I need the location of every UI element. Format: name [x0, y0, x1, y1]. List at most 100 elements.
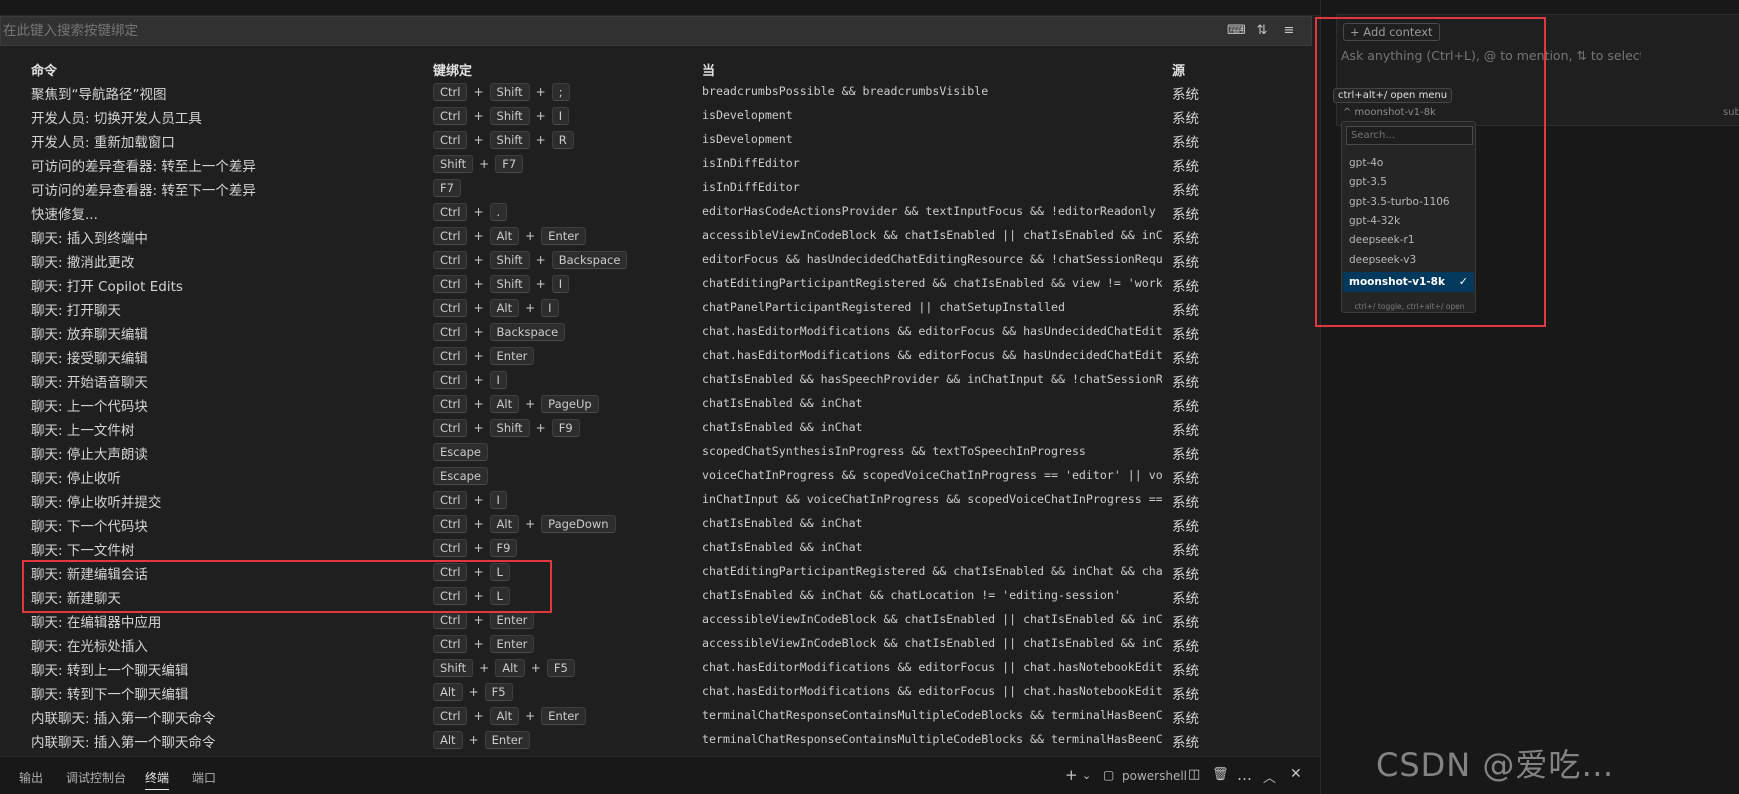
command-cell: 聊天: 上一个代码块	[31, 399, 148, 415]
close-icon[interactable]: ✕	[1290, 766, 1302, 782]
table-row[interactable]: 聊天: 在光标处插入 Ctrl + Enter accessibleViewInCode…	[0, 632, 1320, 656]
table-row[interactable]: 聊天: 上一文件树 Ctrl + Shift + F9 chatIsEnabled && i…	[0, 416, 1320, 440]
table-row[interactable]: 可访问的差异查看器: 转至下一个差异 F7 isInDiffEditor 系统	[0, 176, 1320, 200]
tab-terminal[interactable]: 终端	[145, 769, 170, 790]
source-cell: 系统	[1172, 423, 1199, 439]
table-row[interactable]: 聚焦到“导航路径”视图 Ctrl + Shift +; breadcrumbsPossib…	[0, 80, 1320, 104]
search-bar: ⌨ ⇅ ≡	[0, 16, 1312, 46]
table-row[interactable]: 聊天: 打开聊天 Ctrl + Alt + IchatPanelParticipantRe…	[0, 296, 1320, 320]
table-row[interactable]: 聊天: 插入到终端中 Ctrl + Alt + Enter accessibleViewIn…	[0, 224, 1320, 248]
keybinding-cell: Ctrl + Alt + Enter	[433, 226, 587, 246]
sort-icon[interactable]: ⇅	[1254, 23, 1270, 39]
model-option[interactable]: gpt-3.5-turbo-1106	[1343, 192, 1474, 212]
chat-input[interactable]	[1341, 45, 1641, 65]
key-separator: +	[535, 85, 546, 99]
key-cap: Ctrl	[433, 347, 468, 365]
table-row[interactable]: 聊天: 打开 Copilot Edits Ctrl + Shift + IchatEdit…	[0, 272, 1320, 296]
key-separator: +	[473, 613, 484, 627]
model-option[interactable]: deepseek-v3	[1343, 250, 1474, 270]
terminal-icon[interactable]: ▢	[1103, 768, 1114, 782]
trash-icon[interactable]: 🗑	[1212, 767, 1229, 782]
table-row[interactable]: 聊天: 下一文件树 Ctrl + F9 chatIsEnabled && inChat 系…	[0, 536, 1320, 560]
table-row[interactable]: 聊天: 新建编辑会话 Ctrl + LchatEditingParticipantRe…	[0, 560, 1320, 584]
table-row[interactable]: 内联聊天: 插入第一个聊天命令 Alt + Enter terminalChatResp…	[0, 728, 1320, 752]
when-cell: chatIsEnabled && inChat	[702, 516, 863, 530]
table-row[interactable]: 聊天: 放弃聊天编辑 Ctrl + Backspace chat.hasEditorMo…	[0, 320, 1320, 344]
table-row[interactable]: 聊天: 上一个代码块 Ctrl + Alt + PageUp chatIsEnabled &…	[0, 392, 1320, 416]
tab-output[interactable]: 输出	[19, 769, 43, 786]
table-row[interactable]: 聊天: 下一个代码块 Ctrl + Alt + PageDown chatIsEnabled…	[0, 512, 1320, 536]
model-option[interactable]: gpt-4o	[1343, 153, 1474, 173]
table-row[interactable]: 开发人员: 重新加载窗口 Ctrl + Shift + RisDevelopment 系统	[0, 128, 1320, 152]
table-row[interactable]: 聊天: 停止收听并提交 Ctrl + IinChatInput && voiceCha…	[0, 488, 1320, 512]
key-cap: Enter	[541, 227, 587, 245]
table-row[interactable]: 聊天: 停止大声朗读 Escape scopedChatSynthesisInPro…	[0, 440, 1320, 464]
table-row[interactable]: 内联聊天: 插入第一个聊天命令 Ctrl + Alt + Enter terminalCha…	[0, 704, 1320, 728]
key-cap: ;	[551, 83, 570, 101]
plus-icon[interactable]: +	[1065, 766, 1078, 784]
table-row[interactable]: 聊天: 在编辑器中应用 Ctrl + Enter accessibleViewInCod…	[0, 608, 1320, 632]
model-option[interactable]: moonshot-v1-8k ✓	[1343, 271, 1474, 292]
add-context-button[interactable]: + Add context	[1343, 23, 1440, 41]
key-cap: PageUp	[541, 395, 599, 413]
keybinding-cell: Ctrl + Shift + Backspace	[433, 250, 628, 270]
open-menu-tooltip: ctrl+alt+/ open menu	[1333, 88, 1453, 103]
table-row[interactable]: 聊天: 转到上一个聊天编辑 Shift + Alt + F5 chat.hasEditorM…	[0, 656, 1320, 680]
model-search-input[interactable]	[1346, 126, 1473, 145]
command-cell: 可访问的差异查看器: 转至上一个差异	[31, 159, 256, 175]
source-cell: 系统	[1172, 279, 1199, 295]
table-row[interactable]: 聊天: 新建聊天 Ctrl + LchatIsEnabled && inChat &&…	[0, 584, 1320, 608]
source-cell: 系统	[1172, 207, 1199, 223]
model-dropdown: gpt-4o gpt-3.5 gpt-3.5-turbo-1106 gpt-4-32k…	[1341, 121, 1476, 313]
keybinding-cell: Shift + Alt + F5	[433, 658, 575, 678]
key-separator: +	[473, 349, 484, 363]
keybinding-search-input[interactable]	[1, 17, 1201, 45]
clear-filter-icon[interactable]: ≡	[1281, 23, 1297, 39]
keybinding-cell: Ctrl + Alt + I	[433, 298, 559, 318]
table-row[interactable]: 开发人员: 切换开发人员工具 Ctrl + Shift + IisDevelopment 系…	[0, 104, 1320, 128]
keybinding-rows: 聚焦到“导航路径”视图 Ctrl + Shift +; breadcrumbsPossib…	[0, 80, 1320, 752]
when-cell: terminalChatResponseContainsMultipleCode…	[702, 708, 1162, 722]
tab-ports[interactable]: 端口	[192, 769, 216, 786]
key-separator: +	[473, 301, 484, 315]
keyboard-icon[interactable]: ⌨	[1227, 23, 1246, 39]
table-row[interactable]: 聊天: 开始语音聊天 Ctrl + IchatIsEnabled && hasSpee…	[0, 368, 1320, 392]
key-cap: L	[489, 587, 510, 605]
chevron-down-icon[interactable]: ⌄	[1082, 769, 1091, 782]
submit-button[interactable]: subm	[1723, 107, 1739, 118]
table-row[interactable]: 聊天: 停止收听 Escape voiceChatInProgress && sco…	[0, 464, 1320, 488]
table-row[interactable]: 快速修复... Ctrl +. editorHasCodeActionsProvide…	[0, 200, 1320, 224]
key-cap: PageDown	[541, 515, 616, 533]
table-row[interactable]: 可访问的差异查看器: 转至上一个差异 Shift + F7 isInDiffEditor…	[0, 152, 1320, 176]
model-option-label: gpt-3.5-turbo-1106	[1349, 195, 1450, 208]
key-separator: +	[468, 685, 479, 699]
key-cap: F5	[546, 659, 575, 677]
model-option-label: gpt-4o	[1349, 157, 1384, 169]
key-separator: +	[479, 157, 490, 171]
source-cell: 系统	[1172, 519, 1199, 535]
table-row[interactable]: 聊天: 撤消此更改 Ctrl + Shift + Backspace editorFocus…	[0, 248, 1320, 272]
source-cell: 系统	[1172, 231, 1199, 247]
model-option[interactable]: gpt-4-32k	[1343, 211, 1474, 231]
key-cap: Alt	[489, 515, 520, 533]
model-option[interactable]: deepseek-r1	[1343, 230, 1474, 250]
tab-debug-console[interactable]: 调试控制台	[66, 769, 126, 786]
when-cell: isInDiffEditor	[702, 180, 800, 194]
table-row[interactable]: 聊天: 转到下一个聊天编辑 Alt + F5 chat.hasEditorModific…	[0, 680, 1320, 704]
keybinding-cell: Ctrl + Alt + Enter	[433, 706, 587, 726]
key-separator: +	[473, 205, 484, 219]
when-cell: accessibleViewInCodeBlock && chatIsEnabl…	[702, 228, 1162, 242]
key-separator: +	[535, 277, 546, 291]
keybinding-cell: Ctrl + Alt + PageUp	[433, 394, 599, 414]
table-row[interactable]: 聊天: 接受聊天编辑 Ctrl + Enter chat.hasEditorModifi…	[0, 344, 1320, 368]
key-separator: +	[525, 517, 536, 531]
keybinding-cell: Ctrl + Shift + I	[433, 106, 570, 126]
split-icon[interactable]: ◫	[1188, 767, 1200, 782]
more-icon[interactable]: …	[1237, 766, 1252, 784]
model-option[interactable]: gpt-3.5	[1343, 172, 1474, 192]
terminal-name[interactable]: powershell	[1122, 769, 1187, 783]
model-selector-button[interactable]: ^ moonshot-v1-8k	[1343, 107, 1436, 118]
chevron-up-icon[interactable]: ︿	[1263, 767, 1276, 786]
chat-sidebar: + Add context ctrl+alt+/ open menu ^ moo…	[1320, 0, 1739, 794]
source-cell: 系统	[1172, 639, 1199, 655]
